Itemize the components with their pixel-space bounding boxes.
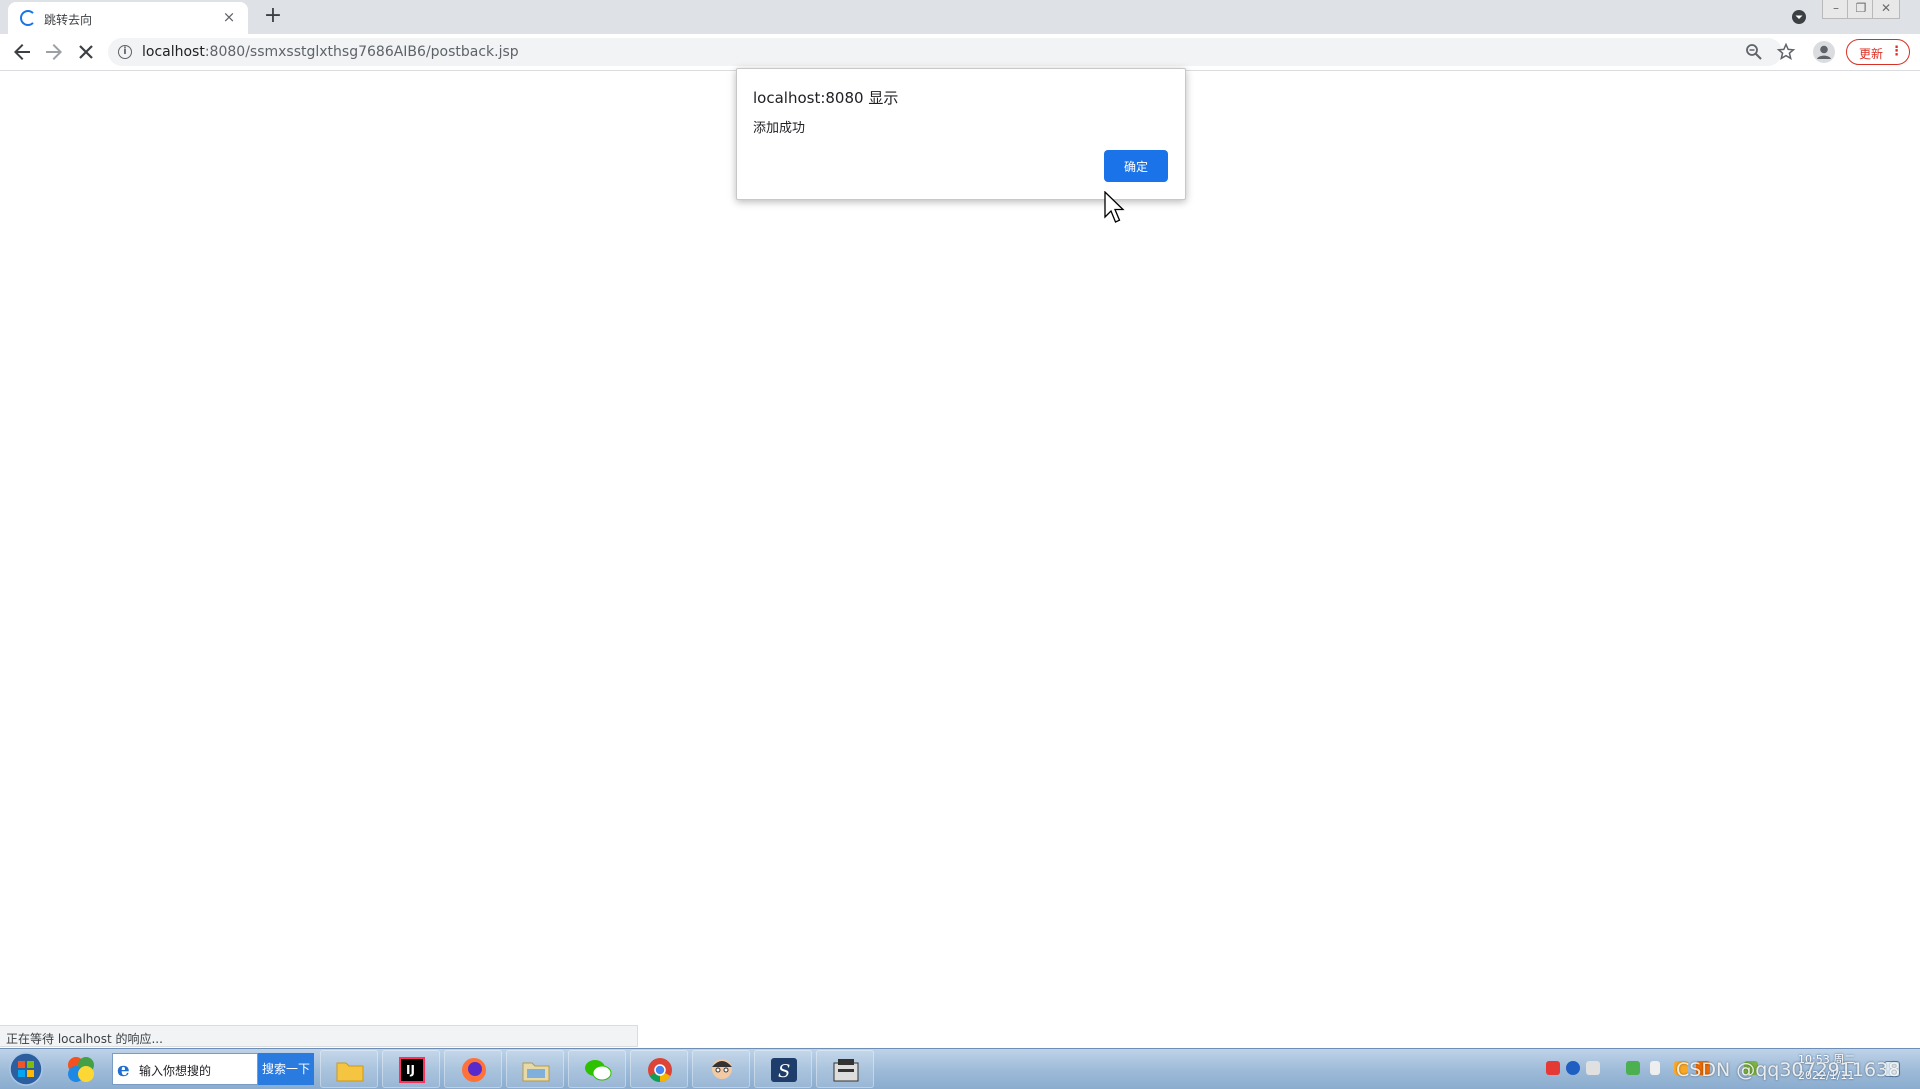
site-info-icon[interactable]: i <box>118 45 132 59</box>
firefox-icon <box>462 1058 486 1082</box>
csdn-watermark: CSDN @qq3072911638 <box>1676 1059 1901 1081</box>
start-orb-icon[interactable] <box>6 1051 46 1087</box>
mouse-cursor-icon <box>1104 191 1125 223</box>
windows-taskbar: e 输入你想搜的 搜索一下 IJ S 10:53 周二 2022/1/11 CS… <box>0 1048 1920 1089</box>
colorful-app-icon[interactable] <box>66 1055 96 1083</box>
sogou-ime-icon[interactable] <box>1546 1061 1560 1075</box>
svg-text:IJ: IJ <box>406 1063 415 1077</box>
taskbar-firefox[interactable] <box>444 1050 502 1088</box>
bookmark-star-icon[interactable] <box>1776 42 1796 62</box>
dialog-title: localhost:8080 显示 <box>753 89 899 107</box>
back-arrow-icon[interactable] <box>10 40 34 64</box>
script-s-icon: S <box>771 1058 797 1082</box>
taskbar-sublime[interactable]: S <box>754 1050 812 1088</box>
ie-logo-icon: e <box>117 1057 130 1081</box>
taskbar-chrome[interactable] <box>630 1050 688 1088</box>
status-text: 正在等待 localhost 的响应... <box>6 1032 163 1046</box>
ie-search-placeholder: 输入你想搜的 <box>139 1064 212 1078</box>
taskbar-cartoon-app[interactable] <box>692 1050 750 1088</box>
taskbar-file-manager[interactable] <box>506 1050 564 1088</box>
intellij-icon: IJ <box>399 1057 425 1083</box>
forward-arrow-icon[interactable] <box>42 40 66 64</box>
browser-tab[interactable]: 跳转去向 × <box>8 2 248 34</box>
tab-strip: 跳转去向 × + – ❐ ✕ <box>0 0 1920 34</box>
close-window-button[interactable]: ✕ <box>1872 0 1900 19</box>
help-icon[interactable] <box>1566 1061 1580 1075</box>
tab-search-icon[interactable] <box>1790 8 1808 26</box>
profile-avatar-icon[interactable] <box>1812 40 1836 64</box>
cartoon-avatar-icon <box>712 1059 732 1079</box>
loading-spinner-icon <box>20 10 36 26</box>
folder-icon <box>336 1062 364 1082</box>
battery-icon[interactable] <box>1626 1061 1640 1075</box>
zoom-icon[interactable] <box>1744 42 1764 62</box>
url-path: :8080/ssmxsstglxthsg7686AIB6/postback.js… <box>204 44 519 60</box>
update-label: 更新 <box>1859 47 1884 61</box>
status-bubble: 正在等待 localhost 的响应... <box>0 1025 638 1047</box>
minimize-button[interactable]: – <box>1822 0 1850 19</box>
wechat-icon <box>585 1060 612 1081</box>
taskbar-tool-app[interactable] <box>816 1050 874 1088</box>
url-host: localhost <box>142 44 205 60</box>
system-tray: 10:53 周二 2022/1/11 CSDN @qq3072911638 <box>1536 1049 1920 1089</box>
usb-icon[interactable] <box>1586 1061 1600 1075</box>
restore-button[interactable]: ❐ <box>1847 0 1875 19</box>
tray-expand-icon[interactable] <box>1650 1061 1660 1075</box>
browser-toolbar: i localhost:8080/ssmxsstglxthsg7686AIB6/… <box>0 34 1920 71</box>
dialog-message: 添加成功 <box>753 121 806 136</box>
new-tab-button[interactable]: + <box>262 5 284 28</box>
tab-title: 跳转去向 <box>44 13 93 27</box>
url-text[interactable]: localhost:8080/ssmxsstglxthsg7686AIB6/po… <box>142 44 519 60</box>
svg-text:S: S <box>778 1061 790 1082</box>
toolbox-icon <box>833 1059 859 1082</box>
update-chrome-button[interactable]: 更新 ⋮ <box>1846 39 1910 65</box>
taskbar-explorer-folder[interactable] <box>320 1050 378 1088</box>
taskbar-intellij[interactable]: IJ <box>382 1050 440 1088</box>
dialog-ok-button[interactable]: 确定 <box>1104 150 1168 182</box>
address-bar[interactable]: i localhost:8080/ssmxsstglxthsg7686AIB6/… <box>108 38 1796 66</box>
ie-search-box[interactable]: e 输入你想搜的 <box>112 1053 258 1085</box>
menu-dots-icon: ⋮ <box>1890 44 1903 59</box>
ie-search-button[interactable]: 搜索一下 <box>258 1053 314 1085</box>
file-cabinet-icon <box>522 1062 550 1082</box>
taskbar-wechat[interactable] <box>568 1050 626 1088</box>
tab-close-button[interactable]: × <box>220 8 238 26</box>
alert-dialog: localhost:8080 显示 添加成功 确定 <box>736 68 1186 200</box>
stop-loading-icon[interactable] <box>74 40 98 64</box>
chrome-icon <box>648 1058 672 1082</box>
